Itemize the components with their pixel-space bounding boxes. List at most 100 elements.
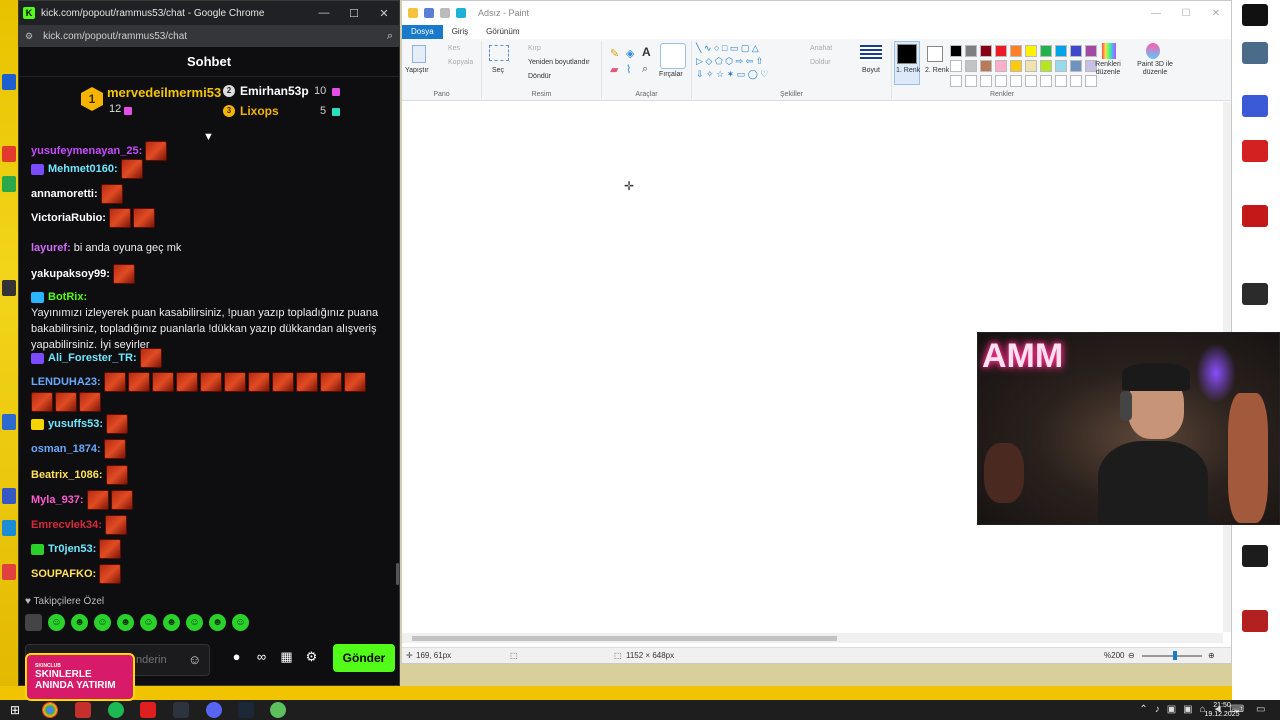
chat-username[interactable]: Emrecvlek34: [31, 517, 102, 533]
tray-app-icon[interactable]: ▣ [1167, 704, 1176, 715]
chat-username[interactable]: VictoriaRubio: [31, 210, 106, 226]
emote-icon[interactable]: ☻ [71, 614, 88, 631]
emote-icon[interactable]: ☻ [117, 614, 134, 631]
undo-icon[interactable] [440, 8, 450, 18]
palette-color-swatch[interactable] [950, 60, 962, 72]
select-button[interactable]: Seç [492, 67, 504, 74]
notification-icon[interactable]: ▭ [1256, 704, 1265, 715]
desktop-shortcut[interactable] [1233, 283, 1277, 317]
palette-color-swatch[interactable] [950, 45, 962, 57]
desktop-shortcut[interactable] [1233, 205, 1277, 239]
horizontal-scrollbar[interactable] [402, 633, 1223, 643]
desktop-shortcut[interactable] [1233, 4, 1277, 38]
url-text[interactable]: kick.com/popout/rammus53/chat [43, 31, 387, 42]
leaderboard-first-name[interactable]: mervedeilmermi53 [107, 85, 221, 100]
line-shape-icon[interactable]: ╲ ∿ ○ □ ▭ ▢ △ [696, 43, 759, 54]
chat-username[interactable]: Ali_Forester_TR: [48, 350, 137, 366]
palette-color-swatch[interactable] [980, 60, 992, 72]
palette-color-swatch[interactable] [1070, 60, 1082, 72]
palette-color-swatch[interactable] [1025, 60, 1037, 72]
palette-color-swatch[interactable] [995, 45, 1007, 57]
palette-color-swatch[interactable] [965, 45, 977, 57]
tab-file[interactable]: Dosya [402, 25, 443, 39]
emote-icon[interactable]: ☻ [209, 614, 226, 631]
paste-button[interactable]: Yapıştır [405, 67, 429, 74]
avatar-emote[interactable] [25, 614, 42, 631]
polygon-shape-icon[interactable]: ▷ ◇ ⬠ ⬡ ⇨ ⇦ ⇧ [696, 56, 763, 67]
chat-username[interactable]: layuref: [31, 240, 71, 256]
size-icon[interactable] [860, 45, 882, 61]
leaderboard-third-name[interactable]: Lixops [240, 104, 279, 118]
text-icon[interactable]: A [642, 45, 651, 59]
paste-icon[interactable] [412, 45, 426, 63]
discord-taskbar-icon[interactable] [206, 702, 222, 718]
taskbar-clock[interactable]: 21:50 19.12.2025 [1200, 701, 1244, 719]
zoom-in-button[interactable]: ⊕ [1208, 651, 1215, 660]
emote-icon[interactable]: ☻ [163, 614, 180, 631]
predictions-icon[interactable]: ● [224, 649, 249, 665]
spotify-taskbar-icon[interactable] [108, 702, 124, 718]
palette-color-swatch[interactable] [1010, 60, 1022, 72]
desktop-icon[interactable] [2, 488, 16, 504]
chat-username[interactable]: yusuffs53: [48, 416, 103, 432]
copy-button[interactable]: Kopyala [448, 59, 473, 66]
chat-message-list[interactable]: yusufeymenayan_25: Mehmet0160: annamoretti… [19, 141, 399, 591]
paint3d-button[interactable]: Paint 3D ile düzenle [1130, 61, 1180, 77]
chat-username[interactable]: annamoretti: [31, 186, 98, 202]
palette-empty-swatch[interactable] [980, 75, 992, 87]
emote-icon[interactable]: ☺ [48, 614, 65, 631]
palette-color-swatch[interactable] [1040, 60, 1052, 72]
address-bar[interactable]: ⚙ kick.com/popout/rammus53/chat ⌕ [19, 25, 399, 47]
mic-icon[interactable]: ♪ [1155, 704, 1160, 715]
horizontal-scroll-thumb[interactable] [412, 636, 837, 641]
desktop-shortcut[interactable] [1233, 95, 1277, 129]
cut-button[interactable]: Kes [448, 45, 460, 52]
rotate-button[interactable]: Döndür [528, 73, 551, 80]
chat-username[interactable]: BotRix: [48, 289, 87, 305]
zoom-out-button[interactable]: ⊖ [1128, 651, 1135, 660]
site-info-icon[interactable]: ⚙ [25, 31, 33, 42]
edit-colors-button[interactable]: Renkleri düzenle [1088, 61, 1128, 77]
chat-username[interactable]: Mehmet0160: [48, 161, 118, 177]
color2-swatch[interactable] [927, 46, 943, 62]
desktop-icon[interactable] [2, 564, 16, 580]
leaderboard-second-name[interactable]: Emirhan53p [240, 84, 309, 98]
tab-view[interactable]: Görünüm [477, 25, 528, 39]
desktop-icon[interactable] [2, 280, 16, 296]
chat-username[interactable]: Myla_937: [31, 492, 84, 508]
tray-app-icon[interactable]: ▣ [1183, 704, 1192, 715]
crop-button[interactable]: Kırp [528, 45, 541, 52]
palette-color-swatch[interactable] [1040, 45, 1052, 57]
paint-maximize-button[interactable]: ☐ [1171, 8, 1201, 19]
redo-icon[interactable] [456, 8, 466, 18]
emote-icon[interactable]: ☺ [186, 614, 203, 631]
maximize-button[interactable]: ☐ [339, 7, 369, 20]
brushes-button[interactable]: Fırçalar [659, 71, 683, 78]
edit-colors-icon[interactable] [1102, 43, 1116, 59]
show-hidden-icons-icon[interactable]: ⌃ [1139, 704, 1147, 715]
palette-color-swatch[interactable] [1055, 60, 1067, 72]
magnifier-icon[interactable]: ⌕ [642, 63, 648, 76]
resize-button[interactable]: Yeniden boyutlandır [528, 59, 590, 66]
color-picker-icon[interactable]: ⌇ [626, 63, 631, 76]
emote-icon[interactable]: ☺ [140, 614, 157, 631]
tab-home[interactable]: Giriş [443, 25, 477, 39]
send-button[interactable]: Gönder [333, 644, 395, 672]
palette-empty-swatch[interactable] [1070, 75, 1082, 87]
desktop-icon[interactable] [2, 414, 16, 430]
palette-empty-swatch[interactable] [965, 75, 977, 87]
palette-empty-swatch[interactable] [1010, 75, 1022, 87]
palette-empty-swatch[interactable] [1025, 75, 1037, 87]
chat-username[interactable]: yusufeymenayan_25: [31, 143, 142, 159]
palette-color-swatch[interactable] [965, 60, 977, 72]
desktop-shortcut[interactable] [1233, 42, 1277, 76]
chat-input[interactable] [136, 652, 181, 668]
select-icon[interactable] [489, 45, 509, 61]
app-taskbar-icon[interactable] [75, 702, 91, 718]
palette-empty-swatch[interactable] [995, 75, 1007, 87]
zoom-slider[interactable] [1142, 655, 1202, 657]
outline-button[interactable]: Anahat [810, 45, 832, 52]
chat-username[interactable]: Beatrix_1086: [31, 467, 103, 483]
desktop-shortcut[interactable] [1233, 140, 1277, 174]
chrome-taskbar-icon[interactable] [42, 702, 58, 718]
